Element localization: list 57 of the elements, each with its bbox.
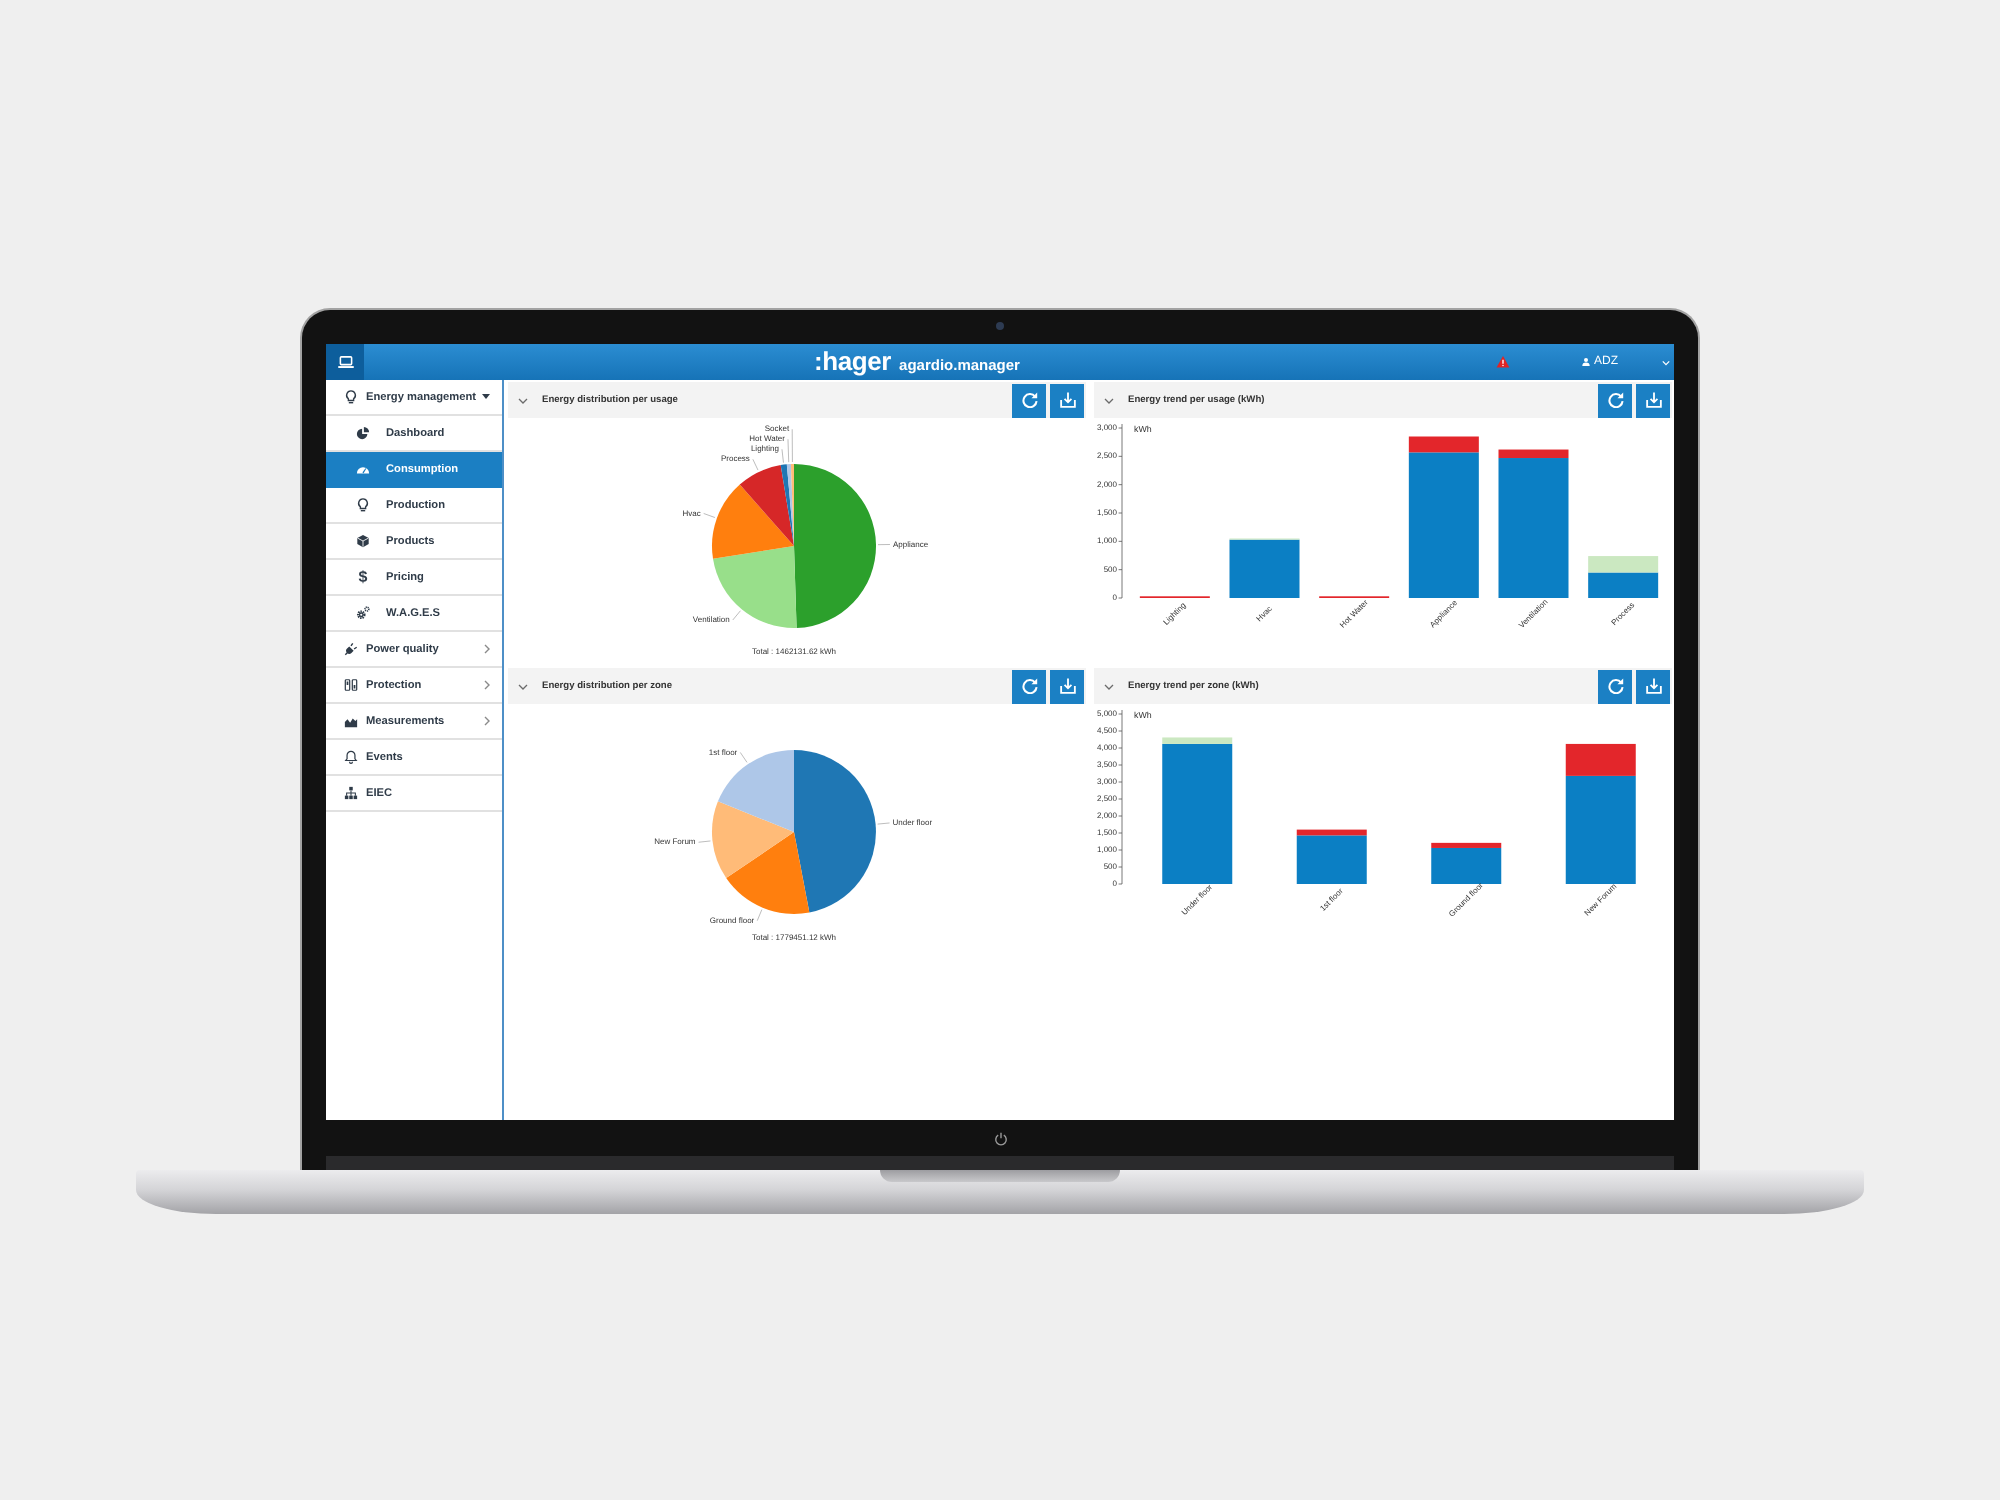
refresh-icon bbox=[1021, 678, 1037, 694]
tick-mark bbox=[1118, 597, 1123, 599]
refresh-icon bbox=[1607, 678, 1623, 694]
caret-icon[interactable] bbox=[1662, 359, 1670, 365]
gauge-icon bbox=[356, 462, 370, 476]
tick-mark bbox=[1118, 484, 1123, 486]
switches-icon bbox=[344, 678, 358, 692]
gears-icon bbox=[356, 606, 370, 620]
leader-line bbox=[756, 909, 763, 922]
sitemap-icon bbox=[344, 786, 358, 800]
tick-mark bbox=[1118, 883, 1123, 885]
refresh-button[interactable] bbox=[1598, 669, 1632, 703]
download-button[interactable] bbox=[1050, 669, 1084, 703]
chevron-down-icon[interactable] bbox=[518, 397, 528, 403]
chevron-down-icon[interactable] bbox=[1104, 683, 1114, 689]
download-icon bbox=[1645, 392, 1661, 408]
bulb-icon bbox=[356, 498, 370, 512]
leader-line bbox=[781, 448, 784, 463]
leader-line bbox=[752, 458, 759, 471]
bulb-icon bbox=[344, 390, 358, 404]
download-icon bbox=[1645, 678, 1661, 694]
tick-mark bbox=[1118, 540, 1123, 542]
refresh-icon bbox=[1607, 392, 1623, 408]
bell-icon bbox=[344, 750, 358, 764]
tick-mark bbox=[1118, 569, 1123, 571]
refresh-button[interactable] bbox=[1012, 669, 1046, 703]
plug-icon bbox=[344, 642, 358, 656]
warning-icon[interactable] bbox=[1496, 356, 1510, 368]
user-icon bbox=[1582, 358, 1590, 366]
refresh-button[interactable] bbox=[1012, 383, 1046, 417]
tick-mark bbox=[1118, 427, 1123, 429]
download-button[interactable] bbox=[1050, 383, 1084, 417]
dollar-icon: $ bbox=[356, 568, 370, 586]
camera-dot-icon bbox=[996, 322, 1004, 330]
download-button[interactable] bbox=[1636, 669, 1670, 703]
leader-line bbox=[698, 840, 711, 843]
leader-line bbox=[877, 822, 890, 825]
chevron-down-icon[interactable] bbox=[1104, 397, 1114, 403]
tick-mark bbox=[1118, 455, 1123, 457]
refresh-icon bbox=[1021, 392, 1037, 408]
home-button[interactable] bbox=[326, 344, 364, 380]
logo-mark: :hager bbox=[814, 348, 892, 376]
leader-line bbox=[732, 610, 741, 621]
power-icon bbox=[993, 1132, 1007, 1146]
leader-line bbox=[703, 513, 716, 518]
laptop-icon bbox=[337, 356, 353, 368]
download-icon bbox=[1059, 678, 1075, 694]
download-button[interactable] bbox=[1636, 383, 1670, 417]
cube-icon bbox=[356, 534, 370, 548]
leader-line bbox=[877, 544, 891, 546]
download-icon bbox=[1059, 392, 1075, 408]
area-chart-icon bbox=[344, 714, 358, 728]
pie-chart-icon bbox=[356, 426, 370, 440]
chevron-down-icon[interactable] bbox=[518, 683, 528, 689]
tick-mark bbox=[1118, 713, 1123, 715]
leader-line bbox=[739, 752, 748, 763]
refresh-button[interactable] bbox=[1598, 383, 1632, 417]
